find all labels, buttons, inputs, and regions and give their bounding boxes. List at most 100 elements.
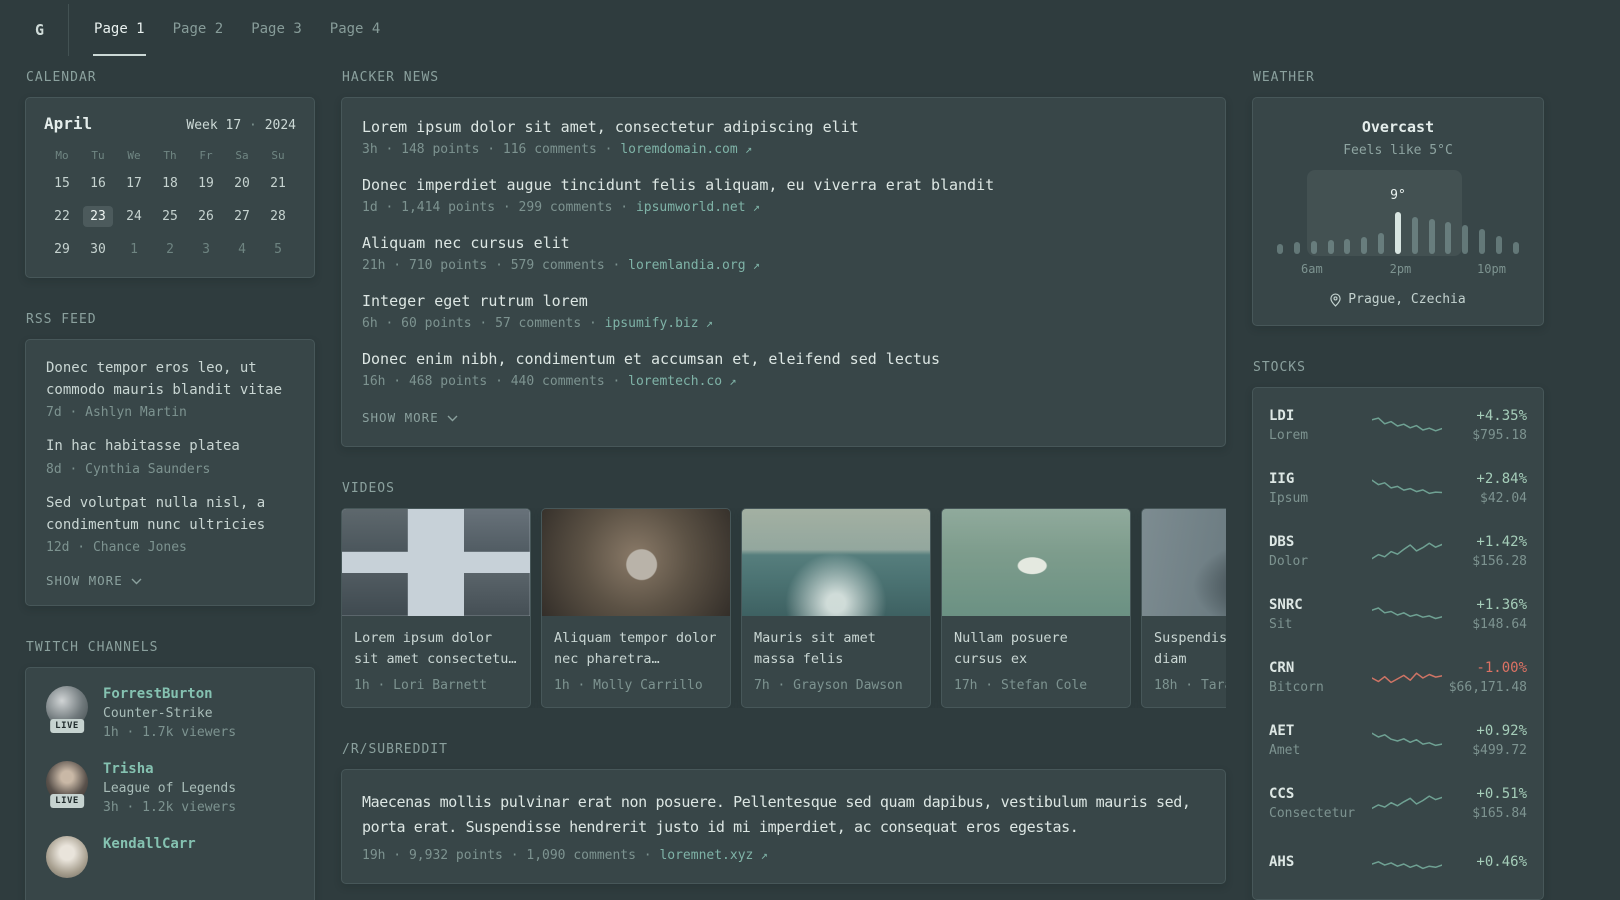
stock-row[interactable]: CCS Consectetur +0.51% $165.84 <box>1269 772 1527 835</box>
rss-item-title[interactable]: Donec tempor eros leo, ut commodo mauris… <box>46 358 294 401</box>
stock-info: AHS <box>1269 854 1369 874</box>
stock-sparkline <box>1372 478 1442 494</box>
twitch-channel-name[interactable]: ForrestBurton <box>103 686 236 702</box>
weather-condition: Overcast <box>1361 118 1435 136</box>
video-title[interactable]: Aliquam tempor dolor nec pharetra… <box>554 628 718 670</box>
tab-page-4[interactable]: Page 4 <box>329 4 382 56</box>
points: 468 points <box>408 374 488 389</box>
domain-link[interactable]: loremtech.co <box>628 374 722 389</box>
stock-sparkline-wrap <box>1369 789 1445 819</box>
twitch-channel[interactable]: LIVE ForrestBurton Counter-Strike 1h · 1… <box>46 686 294 740</box>
stock-row[interactable]: CRN Bitcorn -1.00% $66,171.48 <box>1269 646 1527 709</box>
stock-row[interactable]: DBS Dolor +1.42% $156.28 <box>1269 520 1527 583</box>
show-more-label: SHOW MORE <box>46 573 123 589</box>
hackernews-item-title[interactable]: Lorem ipsum dolor sit amet, consectetur … <box>362 118 1205 136</box>
separator-dot: · <box>635 847 660 863</box>
video-title[interactable]: Suspendisse maximus diam <box>1154 628 1226 670</box>
video-card[interactable]: Suspendisse maximus diam 18h · Tara <box>1141 508 1226 708</box>
rss-item-title[interactable]: In hac habitasse platea <box>46 436 294 458</box>
video-thumbnail[interactable] <box>542 509 730 616</box>
comments: 440 comments <box>510 374 605 389</box>
separator-dot: · <box>385 374 409 389</box>
video-title[interactable]: Mauris sit amet massa felis <box>754 628 918 670</box>
rss-item-title[interactable]: Sed volutpat nulla nisl, a condimentum n… <box>46 493 294 536</box>
video-title[interactable]: Nullam posuere cursus ex <box>954 628 1118 670</box>
hackernews-show-more-button[interactable]: SHOW MORE <box>362 410 458 425</box>
rss-show-more-button[interactable]: SHOW MORE <box>46 573 142 588</box>
twitch-channel-name[interactable]: Trisha <box>103 761 236 777</box>
stock-row[interactable]: SNRC Sit +1.36% $148.64 <box>1269 583 1527 646</box>
hackernews-item-title[interactable]: Donec enim nibh, condimentum et accumsan… <box>362 350 1205 368</box>
stock-row[interactable]: IIG Ipsum +2.84% $42.04 <box>1269 457 1527 520</box>
video-card[interactable]: Mauris sit amet massa felis 7h · Grayson… <box>741 508 931 708</box>
calendar-day-selected: 23 <box>80 206 116 228</box>
twitch-category[interactable]: League of Legends <box>103 781 236 796</box>
stock-sparkline <box>1372 794 1442 809</box>
separator-dot: · <box>569 678 594 693</box>
external-link-icon: ↗ <box>722 374 737 388</box>
video-thumbnail[interactable] <box>942 509 1130 616</box>
stock-symbol: AHS <box>1269 854 1295 870</box>
rss-item: Sed volutpat nulla nisl, a condimentum n… <box>46 493 294 555</box>
author: Chance Jones <box>92 540 187 556</box>
viewer-count: 1.7k viewers <box>142 725 237 741</box>
time-ago: 21h <box>362 258 386 273</box>
calendar-day: 28 <box>270 209 286 224</box>
weather-bar <box>1378 233 1385 254</box>
stock-sparkline <box>1372 416 1442 432</box>
tab-page-1[interactable]: Page 1 <box>93 4 146 56</box>
chevron-down-icon <box>447 415 458 421</box>
stock-name: Dolor <box>1269 554 1309 569</box>
author: Tara <box>1200 678 1226 693</box>
tab-page-2[interactable]: Page 2 <box>172 4 225 56</box>
separator-dot: · <box>581 316 605 331</box>
chevron-down-icon <box>131 578 142 585</box>
video-title[interactable]: Lorem ipsum dolor sit amet consectetu… <box>354 628 518 670</box>
calendar-day: 3 <box>202 242 210 257</box>
stock-values: +0.46% <box>1445 854 1527 874</box>
domain-link[interactable]: ipsumworld.net <box>636 200 746 215</box>
stock-sparkline-wrap <box>1369 849 1445 879</box>
stock-row[interactable]: AET Amet +0.92% $499.72 <box>1269 709 1527 772</box>
main-grid: CALENDAR April Week 17 · 2024 Mo Tu We Th Fr… <box>0 56 1620 900</box>
twitch-category[interactable]: Counter-Strike <box>103 706 236 721</box>
twitch-channel[interactable]: LIVE Trisha League of Legends 3h · 1.2k … <box>46 761 294 815</box>
hackernews-item-title[interactable]: Donec imperdiet augue tincidunt felis al… <box>362 176 1205 194</box>
stock-info: SNRC Sit <box>1269 597 1369 632</box>
hackernews-item: Donec enim nibh, condimentum et accumsan… <box>362 350 1205 389</box>
weather-bar <box>1411 217 1418 254</box>
twitch-channel-name[interactable]: KendallCarr <box>103 836 196 852</box>
video-card[interactable]: Lorem ipsum dolor sit amet consectetu… 1… <box>341 508 531 708</box>
stock-sparkline-wrap <box>1369 726 1445 756</box>
stock-sparkline <box>1372 671 1442 683</box>
domain-link[interactable]: loremnet.xyz <box>659 848 753 863</box>
video-thumbnail[interactable] <box>1142 509 1226 616</box>
subreddit-post-title[interactable]: Maecenas mollis pulvinar erat non posuer… <box>362 790 1205 840</box>
tab-page-3[interactable]: Page 3 <box>250 4 303 56</box>
calendar-day: 27 <box>234 209 250 224</box>
video-thumbnail[interactable] <box>342 509 530 616</box>
stock-row[interactable]: AHS +0.46% <box>1269 835 1527 893</box>
video-card[interactable]: Nullam posuere cursus ex 17h · Stefan Co… <box>941 508 1131 708</box>
calendar-day: 30 <box>90 242 106 257</box>
external-link-icon: ↗ <box>737 142 753 156</box>
twitch-channel[interactable]: KendallCarr <box>46 836 294 879</box>
hackernews-item-title[interactable]: Integer eget rutrum lorem <box>362 292 1205 310</box>
domain-link[interactable]: loremdomain.com <box>620 142 737 157</box>
video-card[interactable]: Aliquam tempor dolor nec pharetra… 1h · … <box>541 508 731 708</box>
video-thumbnail[interactable] <box>742 509 930 616</box>
stock-name: Bitcorn <box>1269 680 1324 695</box>
video-card-body: Nullam posuere cursus ex 17h · Stefan Co… <box>942 616 1130 707</box>
domain-link[interactable]: loremlandia.org <box>628 258 745 273</box>
weather-bar <box>1344 239 1351 254</box>
hackernews-item-title[interactable]: Aliquam nec cursus elit <box>362 234 1205 252</box>
uptime: 1h <box>103 725 119 741</box>
stock-info: AET Amet <box>1269 723 1369 758</box>
stock-row[interactable]: LDI Lorem +4.35% $795.18 <box>1269 394 1527 457</box>
rss-card: Donec tempor eros leo, ut commodo mauris… <box>25 339 315 607</box>
video-card-body: Lorem ipsum dolor sit amet consectetu… 1… <box>342 616 530 707</box>
logo[interactable]: G <box>25 4 70 56</box>
stock-symbol: CRN <box>1269 660 1295 676</box>
stock-symbol: IIG <box>1269 471 1295 487</box>
domain-link[interactable]: ipsumify.biz <box>605 316 699 331</box>
